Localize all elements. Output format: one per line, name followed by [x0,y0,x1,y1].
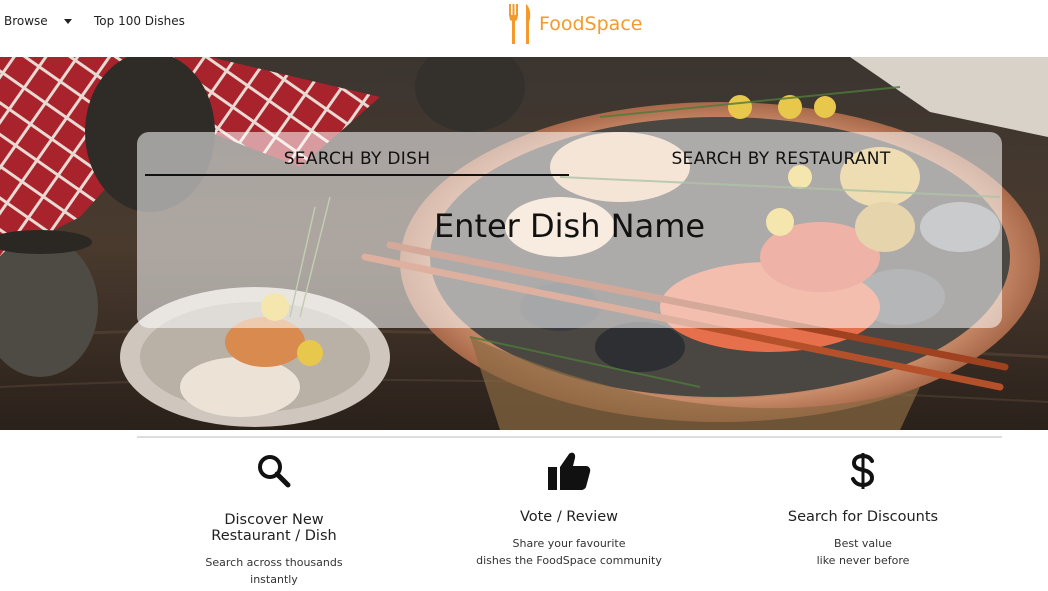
feature-discover: Discover New Restaurant / Dish Search ac… [144,450,404,588]
fork-knife-icon [509,4,531,44]
feature-description: Share your favourite dishes the FoodSpac… [476,537,662,567]
top-nav: Browse Top 100 Dishes FoodSpace [0,0,1048,57]
top-100-dishes-link[interactable]: Top 100 Dishes [94,14,185,28]
tab-search-by-restaurant[interactable]: SEARCH BY RESTAURANT [569,149,993,169]
foodspace-logo[interactable]: FoodSpace [507,2,642,46]
caret-down-icon [63,18,72,24]
feature-title: Discover New Restaurant / Dish [211,512,337,544]
section-divider [137,436,1002,438]
thumbs-up-icon [439,450,699,492]
hero-banner: SEARCH BY DISH SEARCH BY RESTAURANT [0,57,1048,430]
feature-description: Best value like never before [816,537,910,567]
search-icon [144,450,404,492]
browse-dropdown[interactable]: Browse [4,14,72,28]
tab-search-by-dish[interactable]: SEARCH BY DISH [145,149,569,169]
active-tab-underline [145,174,569,176]
feature-vote-review: Vote / Review Share your favourite dishe… [439,450,699,569]
feature-title: Search for Discounts [787,509,939,525]
feature-discounts: Search for Discounts Best value like nev… [733,450,993,569]
dish-search-input[interactable] [197,200,942,252]
feature-description: Search across thousands instantly [205,556,343,586]
logo-text: FoodSpace [539,13,643,35]
search-panel: SEARCH BY DISH SEARCH BY RESTAURANT [137,132,1002,328]
dollar-icon [733,450,993,492]
feature-title: Vote / Review [519,509,619,525]
browse-label: Browse [4,14,48,28]
